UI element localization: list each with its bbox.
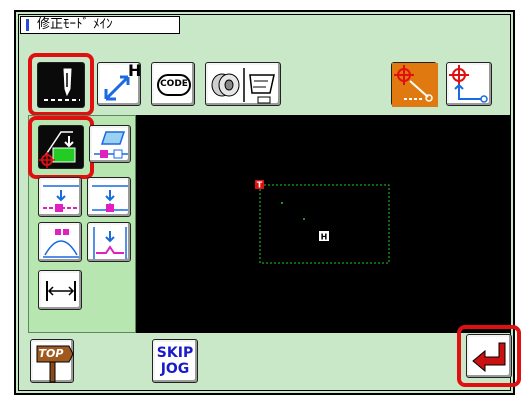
enter-arrow-icon — [472, 342, 506, 373]
home-marker-label: H — [321, 233, 328, 242]
origin-set-icon — [449, 65, 488, 103]
insert-point-icon — [94, 131, 128, 159]
top-button[interactable]: TOP — [30, 339, 74, 383]
arc-edit-icon — [43, 229, 79, 258]
arc-edit-button[interactable] — [38, 222, 82, 262]
origin-return-button[interactable] — [391, 62, 438, 107]
code-badge: CODE — [157, 74, 191, 96]
jog-label: JOG — [160, 361, 190, 377]
h-label: H — [128, 61, 142, 80]
origin-set-button[interactable] — [446, 62, 492, 106]
pitch-icon — [46, 281, 76, 301]
enter-button[interactable] — [466, 334, 512, 378]
stitch-point — [303, 218, 305, 220]
delete-point-icon — [43, 185, 79, 212]
add-point-button[interactable] — [87, 177, 131, 217]
pattern-canvas[interactable]: T H — [136, 115, 511, 333]
pattern-drawing: T H — [255, 180, 390, 264]
start-marker-label: T — [257, 181, 263, 190]
skip-jog-button[interactable]: SKIP JOG — [152, 339, 198, 383]
pitch-button[interactable] — [38, 270, 82, 310]
code-button[interactable]: CODE — [151, 62, 195, 106]
scale-h-button[interactable]: H — [97, 61, 142, 106]
pattern-outline — [259, 184, 390, 264]
delete-point-button[interactable] — [38, 177, 82, 217]
needle-icon — [44, 68, 80, 101]
move-point-button[interactable] — [38, 125, 84, 169]
bobbin-icon — [211, 68, 275, 104]
needle-mode-button[interactable] — [37, 62, 85, 108]
skip-label: SKIP — [156, 345, 194, 361]
range-shift-icon — [93, 227, 127, 259]
title-bar: 修正ﾓｰﾄﾞ ﾒｲﾝ — [20, 16, 180, 34]
insert-point-button[interactable] — [89, 125, 131, 163]
origin-return-icon — [392, 63, 438, 107]
title-indicator — [26, 19, 29, 31]
top-label: TOP — [38, 347, 64, 360]
bobbin-frame-button[interactable] — [205, 62, 281, 106]
add-point-icon — [92, 185, 128, 212]
stitch-point — [281, 202, 283, 204]
move-point-icon — [39, 131, 76, 168]
range-shift-button[interactable] — [87, 222, 131, 262]
code-label: CODE — [160, 79, 188, 89]
page-title: 修正ﾓｰﾄﾞ ﾒｲﾝ — [37, 17, 113, 32]
